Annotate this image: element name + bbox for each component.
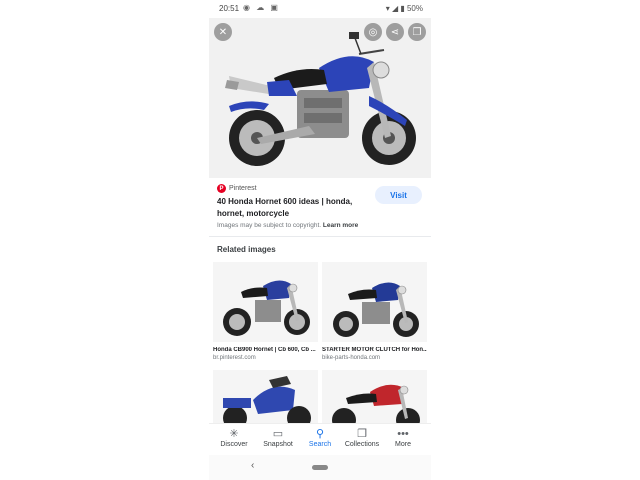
lens-icon: ◎ [368,26,378,38]
lens-button[interactable]: ◎ [364,23,382,41]
share-icon: ⋖ [390,26,400,38]
signal-icon: ◢ [391,4,399,13]
wifi-icon: ▾ [385,4,390,13]
nav-collections[interactable]: ❐ Collections [340,428,384,448]
related-card[interactable] [322,370,427,423]
related-heading: Related images [217,245,276,254]
nav-label: Discover [220,441,248,448]
nav-search[interactable]: ⚲ Search [298,428,342,448]
bookmark-icon: ❐ [412,26,422,38]
close-icon: ✕ [218,26,228,38]
motorcycle-image [209,18,431,178]
bottom-navigation: ✳ Discover ▭ Snapshot ⚲ Search ❐ Collect… [209,423,431,455]
system-navigation: ‹ [209,455,431,480]
battery-icon: ▮ [400,4,405,13]
status-time: 20:51 [219,4,240,13]
status-right: ▾ ◢ ▮ 50% [386,4,423,13]
close-button[interactable]: ✕ [214,23,232,41]
related-image [213,262,318,342]
copyright-notice: Images may be subject to copyright. Lear… [217,222,358,229]
bookmark-button[interactable]: ❐ [408,23,426,41]
nav-label: Snapshot [263,441,293,448]
related-image [322,262,427,342]
related-image [322,370,427,423]
search-icon: ⚲ [315,428,325,440]
source-name: Pinterest [229,185,257,192]
related-domain: bike-parts-honda.com [322,355,381,361]
battery-percent: 50% [406,4,423,13]
copyright-text: Images may be subject to copyright. [217,222,322,229]
related-card[interactable] [213,370,318,423]
related-card[interactable]: Honda CB900 Hornet | Cb 600, Cb ... br.p… [213,262,318,361]
status-bar: 20:51 ◉ ☁ ▣ ▾ ◢ ▮ 50% [209,0,431,18]
nav-label: Collections [344,441,380,448]
share-button[interactable]: ⋖ [386,23,404,41]
pinterest-icon: P [217,184,226,193]
related-domain: br.pinterest.com [213,355,256,361]
back-icon[interactable]: ‹ [251,460,254,471]
related-image [213,370,318,423]
nav-label: More [395,441,411,448]
notification-icons: ◉ ☁ ▣ [243,3,280,12]
learn-more-link[interactable]: Learn more [323,222,358,229]
home-pill[interactable] [312,465,328,470]
nav-label: Search [308,441,332,448]
nav-snapshot[interactable]: ▭ Snapshot [256,428,300,448]
visit-button[interactable]: Visit [375,186,422,204]
nav-discover[interactable]: ✳ Discover [212,428,256,448]
source-row[interactable]: P Pinterest [217,184,257,193]
divider [209,236,431,237]
collections-icon: ❐ [357,428,367,440]
hero-image[interactable]: ✕ ◎ ⋖ ❐ [209,18,431,178]
nav-more[interactable]: ••• More [381,428,425,448]
asterisk-icon: ✳ [229,428,239,440]
snapshot-icon: ▭ [272,428,284,440]
phone-screen: 20:51 ◉ ☁ ▣ ▾ ◢ ▮ 50% ✕ ◎ ⋖ ❐ P Pinteres… [209,0,431,480]
related-caption: STARTER MOTOR CLUTCH for Hon... [322,347,427,353]
related-caption: Honda CB900 Hornet | Cb 600, Cb ... [213,347,316,353]
more-dots-icon: ••• [397,428,409,440]
result-title[interactable]: 40 Honda Hornet 600 ideas | honda, horne… [217,196,367,220]
related-card[interactable]: STARTER MOTOR CLUTCH for Hon... bike-par… [322,262,427,361]
